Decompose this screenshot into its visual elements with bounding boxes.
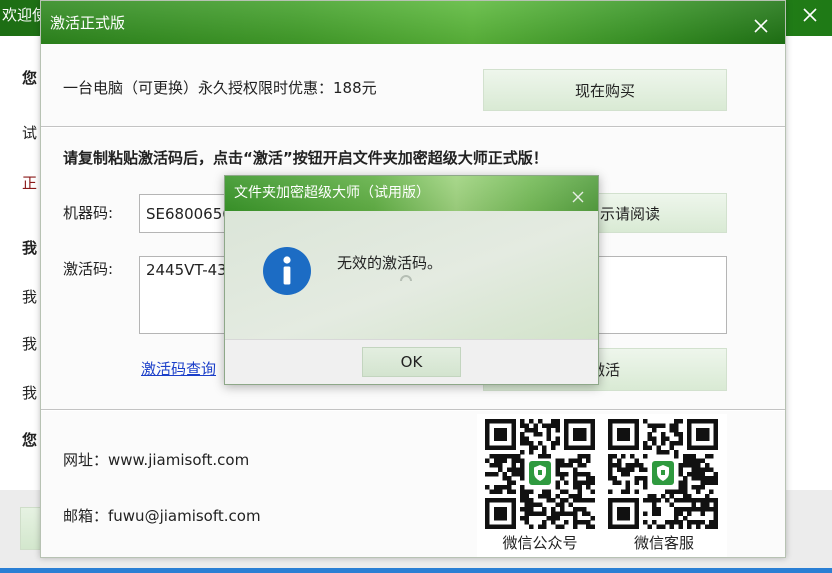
activation-code-query-link[interactable]: 激活码查询 bbox=[141, 360, 216, 378]
background-text-fragment: 我 bbox=[22, 239, 38, 257]
divider bbox=[41, 126, 785, 128]
background-text-fragment: 试 bbox=[22, 124, 38, 142]
close-icon[interactable] bbox=[572, 191, 584, 203]
qr-code-official-account bbox=[485, 419, 595, 529]
activation-dialog-titlebar[interactable] bbox=[41, 1, 785, 44]
machine-code-label: 机器码: bbox=[63, 204, 114, 222]
qr-label-customer-service: 微信客服 bbox=[633, 534, 695, 552]
license-offer-text: 一台电脑（可更换）永久授权限时优惠：188元 bbox=[63, 79, 377, 97]
ok-button[interactable]: OK bbox=[362, 347, 461, 377]
background-text-fragment: 我 bbox=[22, 335, 38, 353]
background-text-fragment: 您 bbox=[22, 431, 38, 449]
background-text-fragment: 我 bbox=[22, 288, 38, 306]
taskbar-edge bbox=[0, 568, 832, 573]
background-text-fragment: 您 bbox=[22, 69, 38, 87]
message-box-title: 文件夹加密超级大师（试用版） bbox=[234, 185, 430, 201]
activation-code-label: 激活码: bbox=[63, 260, 114, 278]
qr-code-customer-service bbox=[608, 419, 718, 529]
activation-dialog-title: 激活正式版 bbox=[50, 14, 126, 32]
background-close-icon[interactable] bbox=[802, 7, 818, 23]
qr-logo-icon bbox=[529, 461, 551, 485]
background-text-fragment: 我 bbox=[22, 384, 38, 402]
background-text-fragment: 正 bbox=[22, 174, 38, 192]
website-text: 网址：www.jiamisoft.com bbox=[63, 451, 250, 469]
error-message: 无效的激活码。 bbox=[337, 254, 443, 272]
email-text: 邮箱：fuwu@jiamisoft.com bbox=[63, 507, 261, 525]
busy-cursor-icon bbox=[400, 275, 412, 282]
activation-instruction: 请复制粘贴激活码后，点击“激活”按钮开启文件夹加密超级大师正式版！ bbox=[63, 149, 548, 167]
info-icon bbox=[263, 247, 311, 295]
message-box: 文件夹加密超级大师（试用版） 无效的激活码。 OK bbox=[224, 175, 599, 385]
divider bbox=[41, 409, 785, 411]
qr-label-official-account: 微信公众号 bbox=[502, 534, 578, 552]
buy-now-button[interactable]: 现在购买 bbox=[483, 69, 727, 111]
close-icon[interactable] bbox=[753, 18, 769, 34]
qr-logo-icon bbox=[652, 461, 674, 485]
